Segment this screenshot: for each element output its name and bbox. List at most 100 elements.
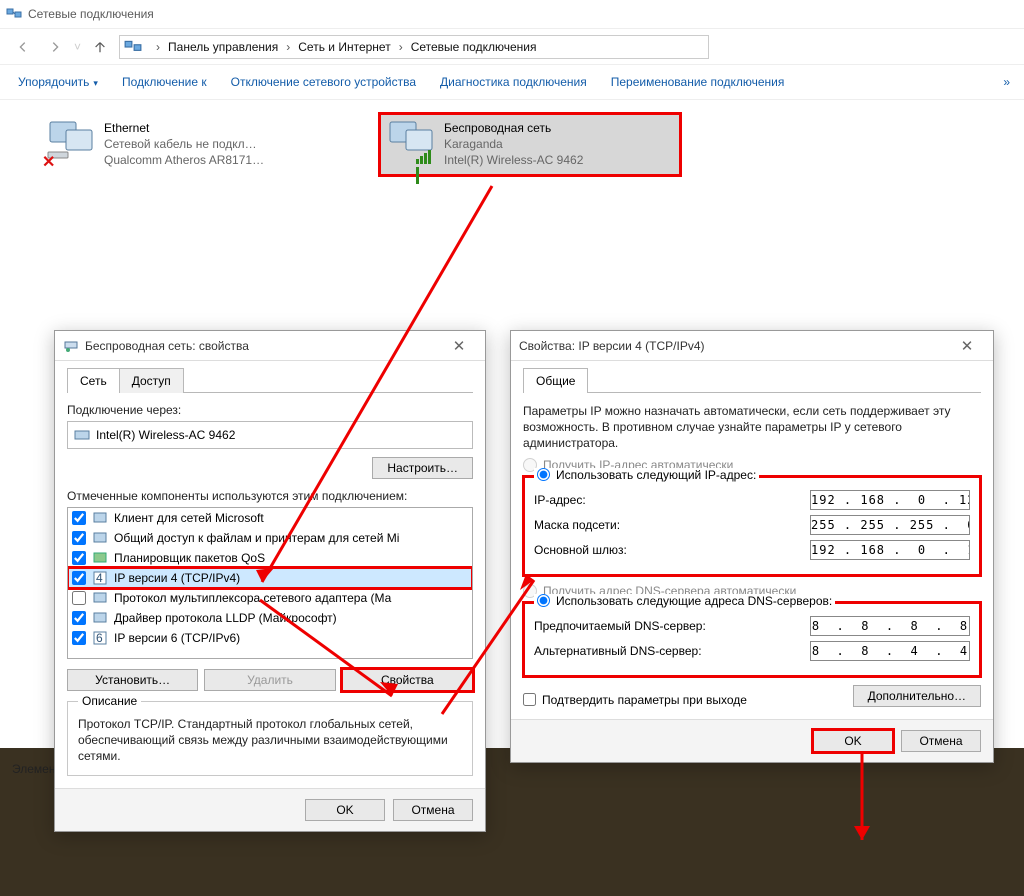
connection-ethernet[interactable]: ✕ Ethernet Сетевой кабель не подкл… Qual… xyxy=(40,114,340,175)
tab-general[interactable]: Общие xyxy=(523,368,588,393)
description-title: Описание xyxy=(78,694,141,708)
item-label: Планировщик пакетов QoS xyxy=(114,551,265,565)
chevron-right-icon: › xyxy=(156,40,160,54)
component-icon: 6 xyxy=(92,630,108,646)
dialog-titlebar[interactable]: Беспроводная сеть: свойства ✕ xyxy=(55,331,485,361)
signal-bars-icon xyxy=(416,150,434,187)
nic-icon xyxy=(74,427,90,443)
item-checkbox[interactable] xyxy=(72,631,86,645)
item-checkbox[interactable] xyxy=(72,511,86,525)
breadcrumb[interactable]: › Панель управления › Сеть и Интернет › … xyxy=(119,35,709,59)
nav-dropdown-icon[interactable]: ˅ xyxy=(74,40,81,54)
description-group: Описание Протокол TCP/IP. Стандартный пр… xyxy=(67,701,473,776)
list-item[interactable]: Драйвер протокола LLDP (Майкрософт) xyxy=(68,608,472,628)
network-icon xyxy=(6,6,22,22)
close-icon[interactable]: ✕ xyxy=(441,337,477,355)
component-icon xyxy=(92,550,108,566)
list-item[interactable]: Общий доступ к файлам и принтерам для се… xyxy=(68,528,472,548)
connection-device: Qualcomm Atheros AR8171… xyxy=(104,152,334,168)
component-icon xyxy=(92,590,108,606)
connection-name: Беспроводная сеть xyxy=(444,120,674,136)
diagnose-button[interactable]: Диагностика подключения xyxy=(440,75,587,89)
nav-row: ˅ › Панель управления › Сеть и Интернет … xyxy=(0,28,1024,64)
cancel-button[interactable]: Отмена xyxy=(901,730,981,752)
crumb-1[interactable]: Панель управления xyxy=(168,40,278,54)
mask-label: Маска подсети: xyxy=(534,518,620,532)
checkbox-label: Подтвердить параметры при выходе xyxy=(542,693,747,707)
dialog-titlebar[interactable]: Свойства: IP версии 4 (TCP/IPv4) ✕ xyxy=(511,331,993,361)
disable-device-button[interactable]: Отключение сетевого устройства xyxy=(231,75,416,89)
ip-group: Использовать следующий IP-адрес: IP-адре… xyxy=(523,476,981,576)
connect-to-button[interactable]: Подключение к xyxy=(122,75,207,89)
radio-input[interactable] xyxy=(537,594,550,607)
connection-name: Ethernet xyxy=(104,120,334,136)
properties-button[interactable]: Свойства xyxy=(342,669,473,691)
item-checkbox[interactable] xyxy=(72,571,86,585)
ok-button[interactable]: OK xyxy=(813,730,893,752)
dns2-input[interactable] xyxy=(810,641,970,661)
radio-input[interactable] xyxy=(537,468,550,481)
forward-button[interactable] xyxy=(42,34,68,60)
install-button[interactable]: Установить… xyxy=(67,669,198,691)
item-label: IP версии 6 (TCP/IPv6) xyxy=(114,631,240,645)
mask-input[interactable] xyxy=(810,515,970,535)
network-icon xyxy=(124,38,142,56)
item-label: Драйвер протокола LLDP (Майкрософт) xyxy=(114,611,337,625)
configure-button[interactable]: Настроить… xyxy=(372,457,473,479)
components-list[interactable]: Клиент для сетей Microsoft Общий доступ … xyxy=(67,507,473,659)
organize-button[interactable]: Упорядочить xyxy=(18,75,98,89)
ip-label: IP-адрес: xyxy=(534,493,586,507)
ok-button[interactable]: OK xyxy=(305,799,385,821)
component-icon xyxy=(92,530,108,546)
adapter-box: Intel(R) Wireless-AC 9462 xyxy=(67,421,473,449)
confirm-on-exit[interactable]: Подтвердить параметры при выходе xyxy=(523,693,747,707)
dialog-title: Беспроводная сеть: свойства xyxy=(85,339,441,353)
error-x-icon: ✕ xyxy=(42,152,55,172)
toolbar: Упорядочить Подключение к Отключение сет… xyxy=(0,64,1024,100)
list-item[interactable]: 6 IP версии 6 (TCP/IPv6) xyxy=(68,628,472,648)
status-bar-text: Элемен xyxy=(12,762,55,776)
item-label: Клиент для сетей Microsoft xyxy=(114,511,264,525)
components-label: Отмеченные компоненты используются этим … xyxy=(67,489,473,503)
dns1-input[interactable] xyxy=(810,616,970,636)
window-titlebar: Сетевые подключения xyxy=(0,0,1024,28)
ip-input[interactable] xyxy=(810,490,970,510)
crumb-2[interactable]: Сеть и Интернет xyxy=(298,40,390,54)
close-icon[interactable]: ✕ xyxy=(949,337,985,355)
up-button[interactable] xyxy=(87,34,113,60)
back-button[interactable] xyxy=(10,34,36,60)
dialog-wireless-properties: Беспроводная сеть: свойства ✕ Сеть Досту… xyxy=(54,330,486,832)
item-label: Протокол мультиплексора сетевого адаптер… xyxy=(114,591,391,605)
item-checkbox[interactable] xyxy=(72,611,86,625)
item-label: IP версии 4 (TCP/IPv4) xyxy=(114,571,240,585)
component-icon: 4 xyxy=(92,570,108,586)
item-checkbox[interactable] xyxy=(72,591,86,605)
svg-text:4: 4 xyxy=(96,571,103,585)
list-item[interactable]: Клиент для сетей Microsoft xyxy=(68,508,472,528)
connection-wifi[interactable]: Беспроводная сеть Karaganda Intel(R) Wir… xyxy=(380,114,680,175)
tab-network[interactable]: Сеть xyxy=(67,368,120,393)
checkbox[interactable] xyxy=(523,693,536,706)
item-checkbox[interactable] xyxy=(72,531,86,545)
connect-via-label: Подключение через: xyxy=(67,403,473,417)
description-text: Протокол TCP/IP. Стандартный протокол гл… xyxy=(78,716,462,765)
advanced-button[interactable]: Дополнительно… xyxy=(853,685,981,707)
crumb-3[interactable]: Сетевые подключения xyxy=(411,40,537,54)
wifi-icon xyxy=(386,120,434,168)
remove-button: Удалить xyxy=(204,669,335,691)
list-item-ipv4[interactable]: 4 IP версии 4 (TCP/IPv4) xyxy=(68,568,472,588)
chevron-right-icon: › xyxy=(286,40,290,54)
gateway-input[interactable] xyxy=(810,540,970,560)
connection-status: Karaganda xyxy=(444,136,674,152)
more-button[interactable]: » xyxy=(1003,75,1010,89)
cancel-button[interactable]: Отмена xyxy=(393,799,473,821)
rename-button[interactable]: Переименование подключения xyxy=(611,75,785,89)
dns1-label: Предпочитаемый DNS-сервер: xyxy=(534,619,706,633)
item-checkbox[interactable] xyxy=(72,551,86,565)
radio-label: Использовать следующий IP-адрес: xyxy=(556,468,756,482)
gateway-label: Основной шлюз: xyxy=(534,543,627,557)
list-item[interactable]: Протокол мультиплексора сетевого адаптер… xyxy=(68,588,472,608)
component-icon xyxy=(92,610,108,626)
list-item[interactable]: Планировщик пакетов QoS xyxy=(68,548,472,568)
tab-access[interactable]: Доступ xyxy=(119,368,184,393)
